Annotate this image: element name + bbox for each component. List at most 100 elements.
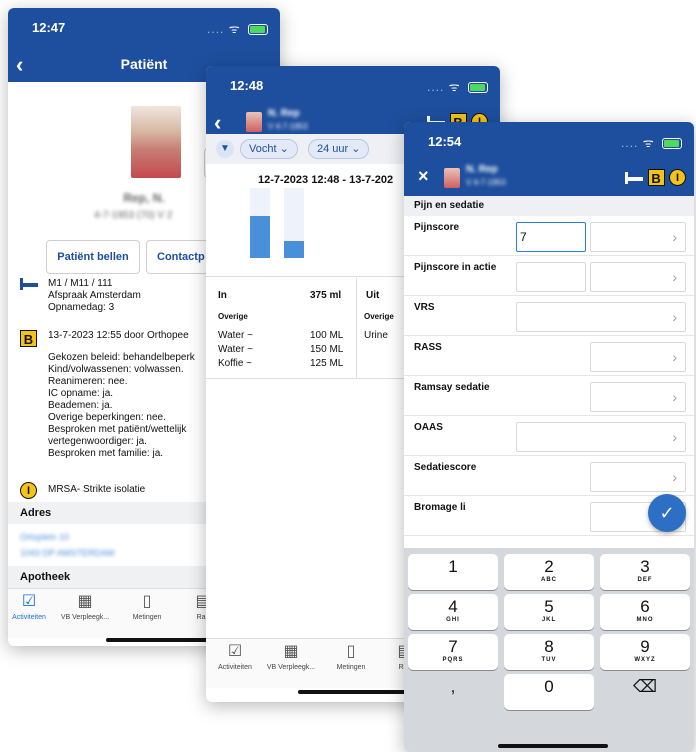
out-item: Urine — [364, 330, 388, 341]
beleid-row[interactable]: B 13-7-2023 12:55 door Orthopee — [20, 330, 189, 347]
form-row-select[interactable]: › — [516, 302, 686, 332]
status-time: 12:54 — [428, 134, 462, 149]
chevron-down-icon: ⌄ — [279, 143, 289, 155]
location-line1: M1 / M11 / 111 — [48, 278, 113, 289]
beleid-header: 13-7-2023 12:55 door Orthopee — [48, 330, 189, 341]
calendar-check-icon: ☑ — [21, 593, 37, 610]
call-patient-button[interactable]: Patiënt bellen — [46, 240, 140, 274]
fluid-chart — [246, 188, 346, 258]
isolation-row[interactable]: I MRSA- Strikte isolatie — [20, 482, 145, 499]
key-7[interactable]: 7 PQRS — [408, 634, 498, 670]
backspace-key[interactable]: ⌫ — [600, 674, 690, 710]
key-2[interactable]: 2 ABC — [504, 554, 594, 590]
status-bar: 12:47 .... ᯤ — [8, 8, 280, 46]
key-6[interactable]: 6 MNO — [600, 594, 690, 630]
confirm-button[interactable]: ✓ — [648, 494, 686, 532]
key-4[interactable]: 4 GHI — [408, 594, 498, 630]
grid-icon: ▦ — [77, 593, 93, 610]
key-8[interactable]: 8 TUV — [504, 634, 594, 670]
in-item-name: Water ~ — [218, 344, 253, 355]
in-label: In — [218, 290, 227, 301]
period-dropdown[interactable]: 24 uur ⌄ — [308, 139, 370, 159]
address-line2[interactable]: 1043 DP AMSTERDAM — [20, 548, 114, 558]
form-row-select[interactable]: › — [516, 422, 686, 452]
beleid-line: Kind/volwassenen: volwassen. — [48, 364, 184, 375]
tab-vb-verpleegk[interactable]: ▦ VB Verpleegk... — [56, 593, 114, 621]
tab-activiteiten[interactable]: ☑ Activiteiten — [206, 643, 264, 671]
form-row: VRS › — [404, 296, 694, 336]
chevron-right-icon: › — [672, 429, 677, 445]
patient-avatar — [246, 112, 262, 132]
beleid-line: Besproken met patiënt/wettelijk — [48, 424, 187, 435]
chevron-right-icon: › — [672, 309, 677, 325]
form-row-label: Pijnscore — [414, 222, 460, 233]
form-row-select[interactable]: › — [590, 262, 686, 292]
tab-activiteiten[interactable]: ☑ Activiteiten — [8, 593, 58, 621]
form-row-select[interactable]: › — [590, 462, 686, 492]
form-row-input[interactable]: 7 — [516, 222, 586, 252]
tab-metingen[interactable]: ▯ Metingen — [322, 643, 380, 671]
key-9[interactable]: 9 WXYZ — [600, 634, 690, 670]
ruler-icon: ▯ — [142, 593, 152, 610]
status-bar: 12:48 .... ᯤ — [206, 66, 500, 104]
chevron-right-icon: › — [672, 469, 677, 485]
grid-icon: ▦ — [283, 643, 299, 660]
bed-icon — [20, 278, 38, 290]
key-5[interactable]: 5 JKL — [504, 594, 594, 630]
tab-vb-verpleegk[interactable]: ▦ VB Verpleegk... — [262, 643, 320, 671]
in-item-name: Koffie ~ — [218, 358, 253, 369]
in-item-value: 125 ML — [310, 358, 344, 369]
form-row: Pijnscore in actie › — [404, 256, 694, 296]
key-1[interactable]: 1 — [408, 554, 498, 590]
beleid-line: IC opname: ja. — [48, 388, 114, 399]
form-row-select[interactable]: › — [590, 382, 686, 412]
chevron-down-icon: ⌄ — [351, 143, 361, 155]
form-row-label: OAAS — [414, 422, 443, 433]
home-indicator — [498, 744, 608, 748]
beleid-line: Besproken met familie: ja. — [48, 448, 164, 459]
i-badge-icon: I — [669, 169, 686, 187]
chevron-right-icon: › — [672, 229, 677, 245]
b-badge-icon: B — [647, 169, 665, 187]
beleid-line: Beademen: ja. — [48, 400, 113, 411]
filter-icon[interactable]: ▼ — [216, 140, 234, 158]
home-indicator — [298, 690, 408, 694]
close-icon[interactable]: × — [418, 166, 429, 187]
in-item-value: 150 ML — [310, 344, 344, 355]
back-icon[interactable]: ‹ — [214, 110, 221, 136]
patient-photo — [131, 106, 181, 178]
form-row-select[interactable]: › — [590, 222, 686, 252]
battery-icon — [248, 24, 268, 36]
chevron-right-icon: › — [672, 389, 677, 405]
ruler-icon: ▯ — [346, 643, 356, 660]
beleid-text: Gekozen beleid: behandelbeperk Kind/volwa… — [48, 352, 195, 460]
key-3[interactable]: 3 DEF — [600, 554, 690, 590]
in-item-name: Water ~ — [218, 330, 253, 341]
form-row-label: Pijnscore in actie — [414, 262, 497, 273]
vocht-dropdown[interactable]: Vocht ⌄ — [240, 139, 298, 159]
key-comma[interactable]: , — [408, 674, 498, 710]
bar-uit — [284, 241, 304, 258]
chevron-right-icon: › — [672, 349, 677, 365]
address-line1[interactable]: Ortoplein 10 — [20, 532, 69, 542]
form-row-select[interactable]: › — [590, 342, 686, 372]
isolation-text: MRSA- Strikte isolatie — [48, 484, 146, 495]
key-0[interactable]: 0 — [504, 674, 594, 710]
beleid-line: vertegenwoordiger: ja. — [48, 436, 147, 447]
form-row: Sedatiescore › — [404, 456, 694, 496]
check-icon: ✓ — [659, 503, 675, 523]
location-row: M1 / M11 / 111 Afspraak Amsterdam Opname… — [20, 278, 141, 313]
status-icons: .... ᯤ — [207, 20, 268, 37]
bar-in — [250, 216, 270, 258]
form-row-input[interactable] — [516, 262, 586, 292]
location-line2: Afspraak Amsterdam — [48, 290, 141, 301]
form-row-label: RASS — [414, 342, 442, 353]
b-badge-icon: B — [20, 330, 37, 347]
nav-bar: × N. Rep V 4-7-1953 B I — [404, 160, 694, 196]
calendar-check-icon: ☑ — [227, 643, 243, 660]
beleid-line: Reanimeren: nee. — [48, 376, 128, 387]
status-bar: 12:54 .... ᯤ — [404, 122, 694, 160]
tab-metingen[interactable]: ▯ Metingen — [118, 593, 176, 621]
out-overige: Overige — [364, 312, 394, 321]
section-header: Pijn en sedatie — [404, 196, 694, 216]
